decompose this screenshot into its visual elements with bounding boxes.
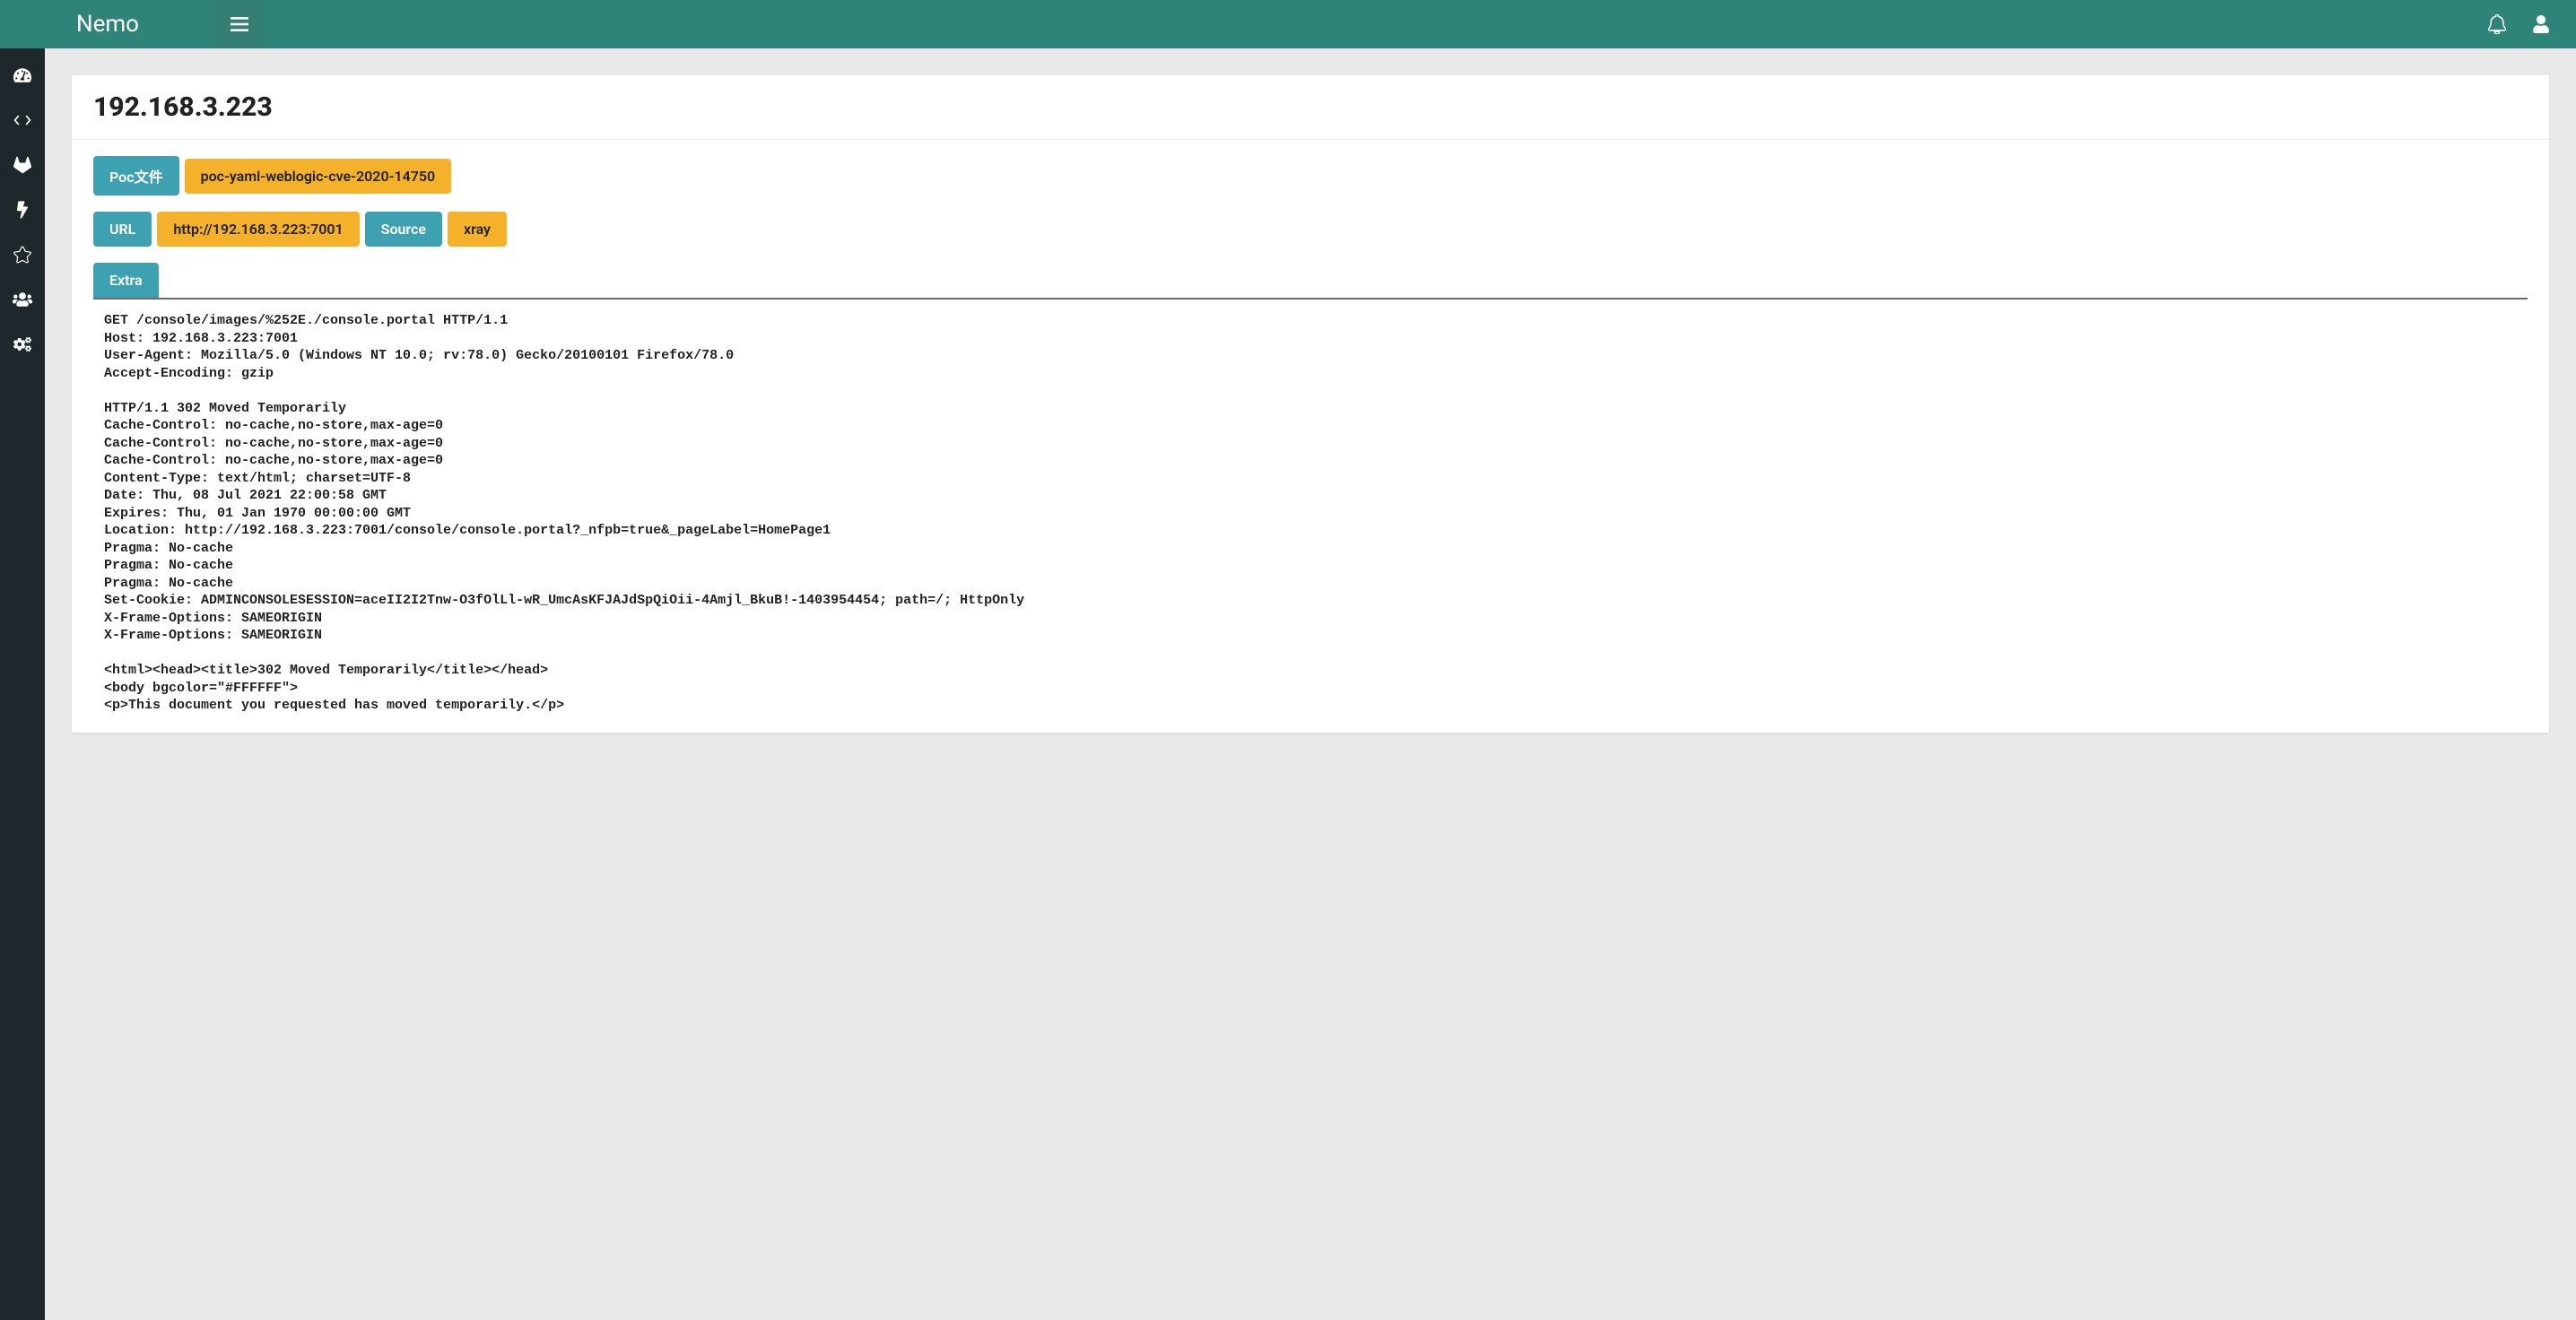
extra-section: Extra GET /console/images/%252E./console… bbox=[93, 263, 2528, 733]
card-header: 192.168.3.223 bbox=[72, 75, 2549, 140]
star-icon bbox=[13, 246, 31, 264]
gitlab-icon bbox=[13, 156, 31, 174]
user-icon bbox=[2533, 15, 2549, 33]
poc-label-badge: Poc文件 bbox=[93, 156, 179, 195]
bolt-icon bbox=[17, 201, 28, 219]
code-icon bbox=[13, 113, 31, 127]
brand-text: Nemo bbox=[76, 11, 139, 38]
sidebar-item-code[interactable] bbox=[0, 109, 45, 131]
source-label-badge: Source bbox=[365, 212, 442, 247]
sidebar-item-gitlab[interactable] bbox=[0, 154, 45, 176]
url-value-badge[interactable]: http://192.168.3.223:7001 bbox=[157, 212, 359, 247]
page-title: 192.168.3.223 bbox=[93, 91, 2528, 123]
extra-tab[interactable]: Extra bbox=[93, 263, 159, 298]
url-label-badge: URL bbox=[93, 212, 152, 247]
sidebar-item-dashboard[interactable] bbox=[0, 65, 45, 86]
notifications-button[interactable] bbox=[2488, 14, 2506, 34]
brand-logo[interactable]: Nemo bbox=[0, 0, 215, 48]
topbar: Nemo bbox=[0, 0, 2576, 48]
main-card: 192.168.3.223 Poc文件 poc-yaml-weblogic-cv… bbox=[72, 75, 2549, 733]
extra-content: GET /console/images/%252E./console.porta… bbox=[93, 298, 2528, 733]
poc-value-badge: poc-yaml-weblogic-cve-2020-14750 bbox=[185, 159, 452, 194]
topbar-right bbox=[2488, 14, 2576, 34]
sidebar-item-users[interactable] bbox=[0, 289, 45, 310]
url-source-row: URL http://192.168.3.223:7001 Source xra… bbox=[93, 212, 2528, 247]
dashboard-icon bbox=[13, 67, 31, 83]
menu-icon bbox=[231, 17, 248, 31]
sidebar bbox=[0, 48, 45, 1320]
menu-toggle-button[interactable] bbox=[215, 0, 264, 48]
gears-icon bbox=[13, 335, 31, 353]
user-menu-button[interactable] bbox=[2533, 15, 2549, 33]
content-wrapper: 192.168.3.223 Poc文件 poc-yaml-weblogic-cv… bbox=[45, 48, 2576, 1320]
sidebar-item-gears[interactable] bbox=[0, 334, 45, 355]
users-icon bbox=[13, 291, 32, 308]
source-value-badge: xray bbox=[448, 212, 507, 247]
bell-icon bbox=[2488, 14, 2506, 34]
sidebar-item-star[interactable] bbox=[0, 244, 45, 265]
card-body: Poc文件 poc-yaml-weblogic-cve-2020-14750 U… bbox=[72, 140, 2549, 733]
poc-row: Poc文件 poc-yaml-weblogic-cve-2020-14750 bbox=[93, 156, 2528, 195]
sidebar-item-bolt[interactable] bbox=[0, 199, 45, 221]
